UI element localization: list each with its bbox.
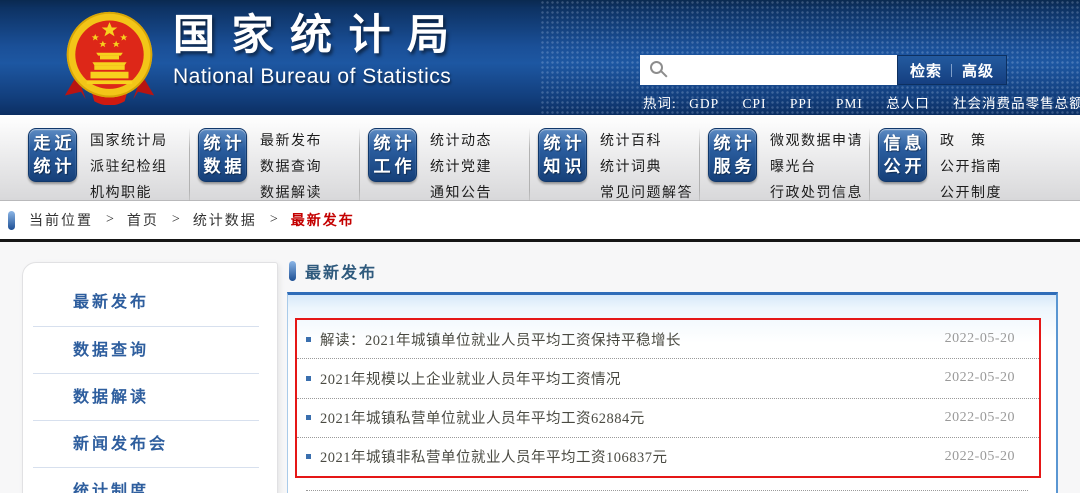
hotword-link[interactable]: PMI <box>836 96 863 111</box>
bullet-icon <box>306 415 311 420</box>
sidebar-item-data-interpretation[interactable]: 数据解读 <box>33 373 259 420</box>
section-title: 最新发布 <box>305 259 377 283</box>
nav-badge-zoujin-tongji[interactable]: 走近 统计 <box>28 128 77 182</box>
nav-link[interactable]: 统计词典 <box>600 155 693 181</box>
nav-badge-xinxi-gongkai[interactable]: 信息 公开 <box>878 128 927 182</box>
hotwords-label: 热词: <box>643 96 677 111</box>
article-date: 2022-05-20 <box>945 449 1015 465</box>
site-subtitle: National Bureau of Statistics <box>173 65 452 89</box>
breadcrumb-marker-icon <box>8 211 15 230</box>
main-panel: 最新发布 解读：2021年城镇单位就业人员平均工资保持平稳增长 2022-05-… <box>287 242 1059 493</box>
list-separator <box>306 490 1028 491</box>
search-input-box <box>640 55 897 85</box>
sidebar-item-latest-release[interactable]: 最新发布 <box>33 279 259 326</box>
nav-badge-tongji-shuju[interactable]: 统计 数据 <box>198 128 247 182</box>
search-submit-button[interactable]: 检索 <box>904 60 948 81</box>
article-date: 2022-05-20 <box>945 370 1015 386</box>
article-link[interactable]: 2021年规模以上企业就业人员年平均工资情况 <box>320 368 945 389</box>
breadcrumb-separator: > <box>270 212 278 228</box>
nav-group-xinxi-gongkai: 信息 公开 政 策 公开指南 公开制度 <box>878 128 1048 207</box>
nav-link[interactable]: 统计百科 <box>600 129 693 155</box>
nav-badge-tongji-fuwu[interactable]: 统计 服务 <box>708 128 757 182</box>
nav-group-tongji-gongzuo: 统计 工作 统计动态 统计党建 通知公告 <box>368 128 538 207</box>
hotword-link[interactable]: 总人口 <box>886 96 930 111</box>
bullet-icon <box>306 337 311 342</box>
site-title: 国 家 统 计 局 <box>173 10 452 62</box>
article-link[interactable]: 解读：2021年城镇单位就业人员平均工资保持平稳增长 <box>320 329 945 350</box>
nav-group-tongji-zhishi: 统计 知识 统计百科 统计词典 常见问题解答 <box>538 128 708 207</box>
hotwords-row: 热词: GDP CPI PPI PMI 总人口 社会消费品零售总额 <box>643 92 1043 112</box>
article-date: 2022-05-20 <box>945 410 1015 426</box>
article-row: 2021年规模以上企业就业人员年平均工资情况 2022-05-20 <box>297 358 1039 397</box>
article-row: 2021年城镇非私营单位就业人员年平均工资106837元 2022-05-20 <box>297 437 1039 476</box>
breadcrumb-label: 当前位置 <box>29 210 93 230</box>
section-marker-icon <box>289 261 296 281</box>
breadcrumb: 当前位置 > 首页 > 统计数据 > 最新发布 <box>0 201 1080 242</box>
article-list-box: 解读：2021年城镇单位就业人员平均工资保持平稳增长 2022-05-20 20… <box>287 292 1058 493</box>
nav-link[interactable]: 曝光台 <box>770 155 863 181</box>
sidebar-item-press-conference[interactable]: 新闻发布会 <box>33 420 259 467</box>
site-logo[interactable]: 国 家 统 计 局 National Bureau of Statistics <box>62 10 452 105</box>
breadcrumb-separator: > <box>106 212 114 228</box>
search-icon <box>650 61 663 74</box>
nav-link[interactable]: 派驻纪检组 <box>90 155 168 181</box>
red-highlight-annotation: 解读：2021年城镇单位就业人员平均工资保持平稳增长 2022-05-20 20… <box>295 318 1041 478</box>
nav-link[interactable]: 国家统计局 <box>90 129 168 155</box>
sidebar-menu: 最新发布 数据查询 数据解读 新闻发布会 统计制度 <box>22 262 278 493</box>
bullet-icon <box>306 376 311 381</box>
bullet-icon <box>306 454 311 459</box>
nav-link[interactable]: 统计动态 <box>430 129 492 155</box>
nav-link[interactable]: 政 策 <box>940 129 1002 155</box>
article-date: 2022-05-20 <box>945 331 1015 347</box>
hotword-link[interactable]: GDP <box>689 96 719 111</box>
article-link[interactable]: 2021年城镇私营单位就业人员年平均工资62884元 <box>320 407 945 428</box>
nav-link[interactable]: 数据查询 <box>260 155 322 181</box>
page-content: 最新发布 数据查询 数据解读 新闻发布会 统计制度 最新发布 解读：2021年城… <box>0 242 1080 493</box>
nav-link[interactable]: 微观数据申请 <box>770 129 863 155</box>
breadcrumb-separator: > <box>172 212 180 228</box>
breadcrumb-item-statistics-data[interactable]: 统计数据 <box>193 210 257 230</box>
search-buttons: 检索 | 高级 <box>897 55 1007 85</box>
hotword-link[interactable]: PPI <box>790 96 813 111</box>
section-header: 最新发布 <box>289 259 377 283</box>
nav-group-zoujin-tongji: 走近 统计 国家统计局 派驻纪检组 机构职能 <box>28 128 198 207</box>
nav-group-tongji-fuwu: 统计 服务 微观数据申请 曝光台 行政处罚信息 <box>708 128 878 207</box>
search-advanced-button[interactable]: 高级 <box>956 60 1000 81</box>
main-nav: 走近 统计 国家统计局 派驻纪检组 机构职能 统计 数据 最新发布 数据查询 数… <box>0 115 1080 201</box>
nav-badge-tongji-zhishi[interactable]: 统计 知识 <box>538 128 587 182</box>
breadcrumb-item-home[interactable]: 首页 <box>127 210 159 230</box>
sidebar-item-statistical-system[interactable]: 统计制度 <box>33 467 259 493</box>
nav-group-tongji-shuju: 统计 数据 最新发布 数据查询 数据解读 <box>198 128 368 207</box>
article-row: 解读：2021年城镇单位就业人员平均工资保持平稳增长 2022-05-20 <box>297 320 1039 358</box>
article-link[interactable]: 2021年城镇非私营单位就业人员年平均工资106837元 <box>320 446 945 467</box>
nav-link[interactable]: 最新发布 <box>260 129 322 155</box>
breadcrumb-current-page: 最新发布 <box>291 210 355 230</box>
nav-badge-tongji-gongzuo[interactable]: 统计 工作 <box>368 128 417 182</box>
site-header: 国 家 统 计 局 National Bureau of Statistics … <box>0 0 1080 115</box>
search-bar: 检索 | 高级 <box>640 55 1007 85</box>
article-row: 2021年城镇私营单位就业人员年平均工资62884元 2022-05-20 <box>297 398 1039 437</box>
national-emblem-icon <box>62 10 157 105</box>
hotword-link[interactable]: 社会消费品零售总额 <box>953 96 1080 111</box>
search-button-divider: | <box>948 62 956 79</box>
nav-link[interactable]: 公开指南 <box>940 155 1002 181</box>
search-input[interactable] <box>640 55 897 85</box>
nav-link[interactable]: 统计党建 <box>430 155 492 181</box>
sidebar-item-data-query[interactable]: 数据查询 <box>33 326 259 373</box>
hotword-link[interactable]: CPI <box>743 96 767 111</box>
